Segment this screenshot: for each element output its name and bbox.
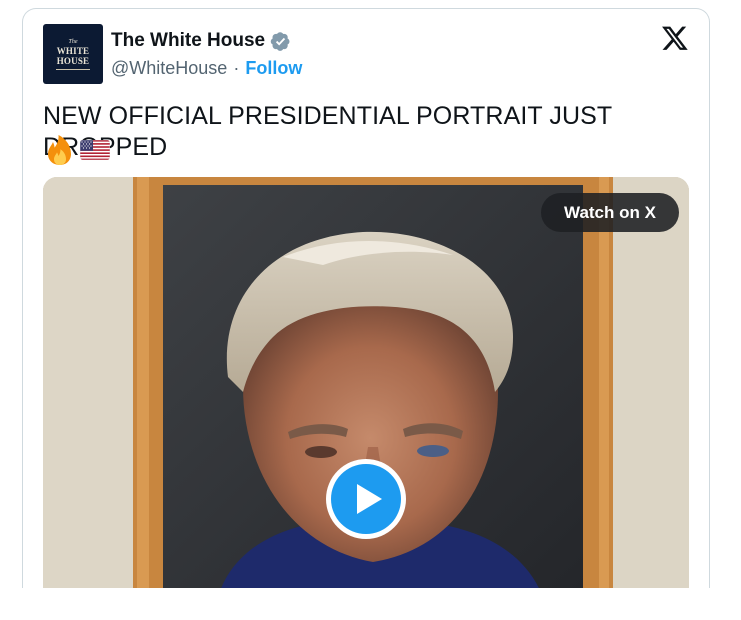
x-logo-icon[interactable] xyxy=(661,24,689,52)
tweet-text: NEW OFFICIAL PRESIDENTIAL PORTRAIT JUST … xyxy=(43,102,612,161)
avatar-text-line2: HOUSE xyxy=(56,55,90,66)
fire-emoji xyxy=(48,135,71,165)
handle-row: @WhiteHouse · Follow xyxy=(111,58,302,79)
play-icon[interactable] xyxy=(324,457,408,541)
avatar-text-line1: WHITE xyxy=(56,45,90,56)
avatar-rule xyxy=(56,68,90,70)
emoji-row xyxy=(44,134,110,166)
tweet-card[interactable]: The WHITE HOUSE The White House @WhiteHo… xyxy=(22,8,710,588)
watch-on-x-button[interactable]: Watch on X xyxy=(541,193,679,232)
display-name[interactable]: The White House xyxy=(111,30,265,52)
account-handle[interactable]: @WhiteHouse xyxy=(111,58,227,79)
us-flag-emoji xyxy=(80,140,110,160)
avatar-text-the: The xyxy=(68,38,78,45)
verified-badge-icon xyxy=(270,31,290,51)
follow-button[interactable]: Follow xyxy=(245,58,302,79)
video-media[interactable]: Watch on X xyxy=(43,177,689,588)
separator-dot: · xyxy=(233,58,240,78)
avatar[interactable]: The WHITE HOUSE xyxy=(43,24,103,84)
name-row: The White House xyxy=(111,30,291,52)
